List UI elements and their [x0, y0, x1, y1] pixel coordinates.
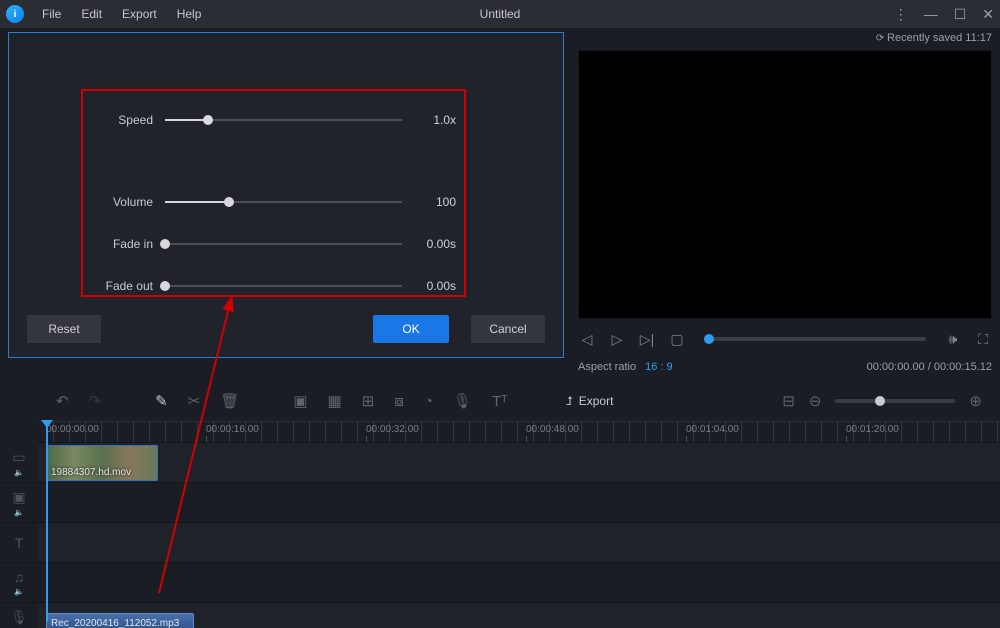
crop-icon[interactable]: ▣ — [293, 392, 307, 410]
playhead[interactable] — [46, 422, 48, 622]
timeline-toolbar: ↶ ↷ ✎ ✂ 🗑 ▣ ▦ ⊞ ⧇ ◔ 🎙 Tᵀ ⮥ Export ⊟ ⊖ ⊕ — [0, 381, 1000, 421]
stop-icon[interactable]: ▢ — [668, 331, 686, 348]
menu-edit[interactable]: Edit — [71, 0, 112, 28]
ruler-tick-label: 00:00:32.00 — [366, 424, 419, 435]
fade-out-slider[interactable] — [165, 278, 402, 294]
fade-out-label: Fade out — [97, 279, 153, 293]
timecode-label: 00:00:00.00 / 00:00:15.12 — [867, 361, 992, 373]
time-ruler[interactable]: 00:00:00.00 00:00:16.00 00:00:32.00 00:0… — [38, 421, 1000, 443]
timeline: ▭🔈 ▣🔈 T ♫🔈 🎙🔈 00:00:00.00 00:00:16.00 00… — [0, 421, 1000, 628]
text-track[interactable] — [38, 523, 1000, 563]
delete-icon[interactable]: 🗑 — [220, 392, 239, 410]
track-music-icon[interactable]: ♫🔈 — [0, 563, 38, 603]
seek-bar[interactable] — [704, 337, 926, 341]
speed-slider[interactable] — [165, 112, 402, 128]
mosaic-icon[interactable]: ▦ — [328, 392, 342, 410]
ruler-tick-label: 00:00:00.00 — [46, 424, 99, 435]
prev-frame-icon[interactable]: ◁ — [578, 331, 596, 348]
text-style-icon[interactable]: Tᵀ — [492, 393, 508, 410]
volume-label: Volume — [97, 195, 153, 209]
mic-icon[interactable]: 🎙 — [453, 392, 472, 410]
fade-in-value: 0.00s — [414, 237, 456, 251]
speed-label: Speed — [97, 113, 153, 127]
menu-help[interactable]: Help — [167, 0, 212, 28]
grid-icon[interactable]: ⊞ — [362, 392, 375, 410]
volume-slider[interactable] — [165, 194, 402, 210]
menubar: i File Edit Export Help Untitled ⋮ — ☐ ✕ — [0, 0, 1000, 28]
pip-track[interactable] — [38, 483, 1000, 523]
track-text-icon[interactable]: T — [0, 523, 38, 563]
cancel-button[interactable]: Cancel — [471, 315, 545, 343]
export-label: Export — [579, 394, 614, 408]
audio-settings-panel: Speed 1.0x Volume 100 Fade in — [8, 32, 564, 358]
play-icon[interactable]: ▷ — [608, 331, 626, 348]
zoom-in-icon[interactable]: ⊕ — [969, 392, 982, 410]
voice-track[interactable]: Rec_20200416_112052.mp3 — [38, 603, 1000, 628]
volume-row: Volume 100 — [83, 181, 464, 223]
maximize-icon[interactable]: ☐ — [954, 6, 967, 23]
volume-value: 100 — [414, 195, 456, 209]
app-logo-icon: i — [6, 5, 24, 23]
aspect-ratio-text: Aspect ratio — [578, 361, 636, 373]
music-track[interactable] — [38, 563, 1000, 603]
aspect-ratio-value: 16 : 9 — [645, 361, 673, 373]
sliders-highlight-box: Speed 1.0x Volume 100 Fade in — [81, 89, 466, 297]
export-button[interactable]: ⮥ Export — [566, 394, 614, 409]
playback-controls: ◁ ▷ ▷| ▢ 🕪 ⛶ — [578, 327, 992, 351]
undo-icon[interactable]: ↶ — [56, 392, 69, 410]
video-clip[interactable]: 19884307.hd.mov — [46, 445, 158, 481]
track-pip-icon[interactable]: ▣🔈 — [0, 483, 38, 523]
track-video-icon[interactable]: ▭🔈 — [0, 443, 38, 483]
ok-button[interactable]: OK — [373, 315, 449, 343]
fade-in-slider[interactable] — [165, 236, 402, 252]
recently-saved-label: Recently saved 11:17 — [578, 32, 992, 48]
menu-file[interactable]: File — [32, 0, 71, 28]
speed-row: Speed 1.0x — [83, 99, 464, 141]
track-voice-icon[interactable]: 🎙🔈 — [0, 603, 38, 628]
zoom-out-icon[interactable]: ⊖ — [809, 392, 822, 410]
more-icon[interactable]: ⋮ — [894, 6, 908, 23]
minimize-icon[interactable]: — — [924, 6, 938, 22]
ruler-tick-label: 00:00:16.00 — [206, 424, 259, 435]
ruler-tick-label: 00:00:48.00 — [526, 424, 579, 435]
export-icon: ⮥ — [566, 394, 573, 409]
fade-in-label: Fade in — [97, 237, 153, 251]
reset-button[interactable]: Reset — [27, 315, 101, 343]
fade-out-value: 0.00s — [414, 279, 456, 293]
next-frame-icon[interactable]: ▷| — [638, 331, 656, 348]
audio-clip[interactable]: Rec_20200416_112052.mp3 — [46, 613, 194, 628]
aspect-ratio-label[interactable]: Aspect ratio 16 : 9 — [578, 361, 673, 373]
ruler-tick-label: 00:01:04.00 — [686, 424, 739, 435]
edit-icon[interactable]: ✎ — [155, 392, 168, 410]
fullscreen-icon[interactable]: ⛶ — [974, 331, 992, 348]
fit-icon[interactable]: ⊟ — [782, 392, 795, 410]
fade-out-row: Fade out 0.00s — [83, 265, 464, 307]
ruler-tick-label: 00:01:20.00 — [846, 424, 899, 435]
speed-value: 1.0x — [414, 113, 456, 127]
redo-icon[interactable]: ↷ — [89, 392, 102, 410]
duration-icon[interactable]: ◔ — [424, 393, 433, 410]
zoom-slider[interactable] — [835, 399, 955, 403]
fade-in-row: Fade in 0.00s — [83, 223, 464, 265]
cut-icon[interactable]: ✂ — [188, 392, 201, 410]
freeze-icon[interactable]: ⧇ — [394, 393, 404, 410]
mute-icon[interactable]: 🕪 — [944, 331, 962, 348]
close-icon[interactable]: ✕ — [982, 6, 994, 23]
menu-export[interactable]: Export — [112, 0, 167, 28]
video-preview[interactable] — [578, 50, 992, 319]
video-track[interactable]: 19884307.hd.mov — [38, 443, 1000, 483]
